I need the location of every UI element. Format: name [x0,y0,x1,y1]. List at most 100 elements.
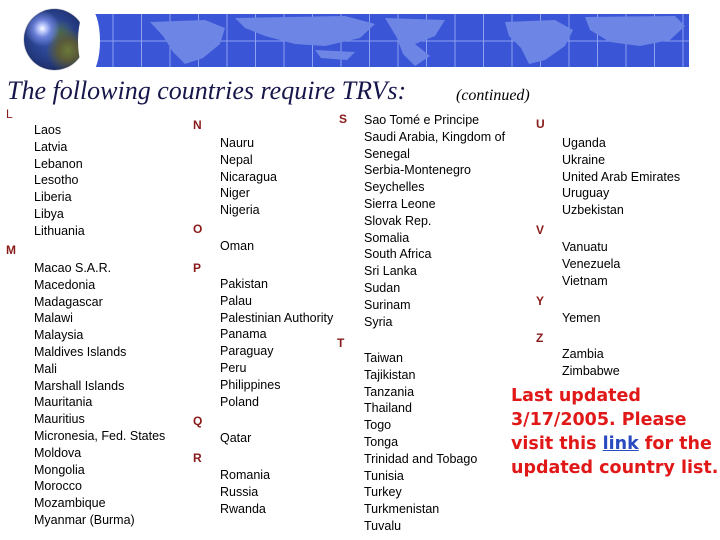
country-item: Panama [220,327,267,342]
country-item: Morocco [34,479,82,494]
country-item: Mauritania [34,395,93,410]
letter-heading-s: S [339,112,348,126]
letter-heading-n: N [193,118,202,132]
country-item: Mali [34,361,57,376]
country-item: Moldova [34,445,82,460]
world-map-banner [85,14,689,67]
country-item: Sri Lanka [364,264,417,279]
letter-heading-y: Y [536,294,545,308]
country-item: Sao Tomé e Principe [364,113,480,127]
country-item: Senegal [364,146,410,161]
country-item: Zimbabwe [562,363,620,378]
country-list-y: Yemen [562,310,600,327]
country-item: Turkmenistan [364,502,440,517]
country-item: Madagascar [34,294,103,309]
country-list-u: Uganda Ukraine United Arab Emirates Uruguay… [562,135,680,219]
country-item: Nicaragua [220,169,277,184]
landmass-americas [385,18,445,66]
updated-list-link[interactable]: link [603,434,639,454]
country-item: Palau [220,293,252,308]
country-item: Serbia-Montenegro [364,163,472,178]
country-item: Ukraine [562,152,606,167]
country-item: South Africa [364,247,432,262]
country-list-l: Laos Latvia Lebanon Lesotho Liberia Libya Lith… [34,122,85,240]
country-item: Laos [34,123,62,137]
banner-notch [78,8,100,74]
country-item: Poland [220,394,259,409]
country-item: Marshall Islands [34,378,125,393]
country-item: Somalia [364,230,410,245]
country-item: Rwanda [220,501,266,516]
country-list-n: Nauru Nepal Nicaragua Niger Nigeria [220,135,277,219]
country-list-s: Sao Tomé e Principe Saudi Arabia, Kingdom… [364,112,505,330]
letter-heading-v: V [536,223,545,237]
country-item: Sudan [364,280,401,295]
country-item: Tanzania [364,384,415,399]
country-item: Palestinian Authority [220,310,334,325]
country-item: Nauru [220,136,255,150]
page-subtitle: (continued) [456,87,530,104]
country-item: Tuvalu [364,518,402,533]
landmass-africa-2 [505,20,573,64]
country-list-v: Vanuatu Venezuela Vietnam [562,239,620,289]
country-item: Venezuela [562,256,621,271]
landmass-islands [315,50,355,60]
letter-heading-u: U [536,117,545,131]
globe-icon [24,9,85,70]
landmass-africa [150,20,225,64]
country-item: Myanmar (Burma) [34,512,135,527]
country-item: Romania [220,468,271,482]
country-item: Uzbekistan [562,203,624,218]
country-item: Mozambique [34,496,106,511]
country-item: Uganda [562,136,606,150]
country-item: Liberia [34,190,72,205]
letter-heading-m: M [6,243,16,257]
notice-line-2: 3/17/2005. Please [511,410,687,430]
country-item: Surinam [364,297,411,312]
country-item: Russia [220,484,259,499]
notice-line-4: updated country list. [511,458,719,478]
country-item: Philippines [220,377,281,392]
map-grid [85,14,689,67]
country-item: Lithuania [34,223,85,238]
country-item: Slovak Rep. [364,213,432,228]
country-item: Zambia [562,347,604,361]
country-item: Mauritius [34,412,85,427]
letter-heading-l: L [6,107,13,121]
country-item: Lebanon [34,156,83,171]
notice-line-3-before: visit this [511,434,603,454]
country-item: Trinidad and Tobago [364,451,478,466]
country-item: Vanuatu [562,240,608,254]
country-item: Togo [364,418,392,433]
country-list-t: Taiwan Tajikistan Tanzania Thailand Togo Tong… [364,350,477,535]
country-item: Peru [220,360,247,375]
country-item: Maldives Islands [34,344,127,359]
country-item: Sierra Leone [364,196,436,211]
country-item: Syria [364,314,393,329]
page-title: The following countries require TRVs: [7,76,407,105]
notice-line-3: visit this link for the [511,432,718,456]
country-item: Tonga [364,434,399,449]
country-item: Uruguay [562,186,610,201]
country-list-q: Qatar [220,430,251,447]
country-item: Macedonia [34,277,96,292]
letter-heading-z: Z [536,331,544,345]
country-item: Pakistan [220,277,268,291]
country-item: United Arab Emirates [562,169,681,184]
country-item: Nepal [220,152,253,167]
letter-heading-t: T [337,336,345,350]
letter-heading-r: R [193,451,202,465]
country-item: Macao S.A.R. [34,261,112,275]
country-list-p: Pakistan Palau Palestinian Authority Panama… [220,276,333,410]
country-item: Thailand [364,401,412,416]
country-item: Mongolia [34,462,85,477]
country-item: Paraguay [220,344,274,359]
country-item: Oman [220,239,255,253]
country-item: Nigeria [220,203,260,218]
country-list-z: Zambia Zimbabwe [562,346,620,380]
country-item: Vietnam [562,273,608,288]
country-item: Tajikistan [364,367,416,382]
country-item: Micronesia, Fed. States [34,428,166,443]
country-item: Turkey [364,485,402,500]
country-item: Lesotho [34,173,79,188]
